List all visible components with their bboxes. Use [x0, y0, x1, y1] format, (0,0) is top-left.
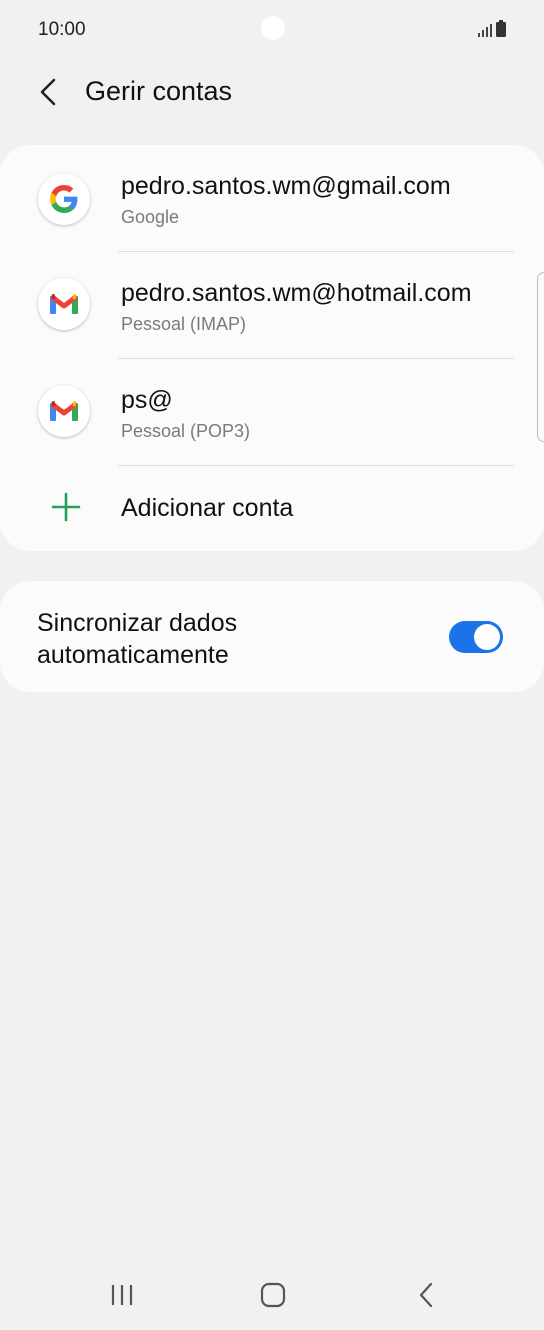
sync-card: Sincronizar dados automaticamente — [0, 581, 544, 692]
home-button[interactable] — [243, 1270, 303, 1320]
camera-cutout — [261, 16, 285, 40]
account-row-pop3[interactable]: ps@ Pessoal (POP3) — [0, 359, 544, 466]
plus-icon — [51, 492, 81, 522]
nav-back-button[interactable] — [396, 1270, 456, 1320]
account-type: Pessoal (IMAP) — [121, 314, 247, 334]
navigation-bar — [0, 1260, 544, 1330]
add-account-label: Adicionar conta — [121, 494, 294, 522]
toggle-knob — [474, 624, 500, 650]
signal-icon — [478, 24, 492, 37]
account-type: Google — [121, 207, 180, 227]
page-title: Gerir contas — [85, 76, 233, 106]
accounts-card: pedro.santos.wm@gmail.com Google pedro.s… — [0, 145, 544, 551]
status-bar: 10:00 — [0, 0, 544, 60]
account-row-google[interactable]: pedro.santos.wm@gmail.com Google — [0, 145, 544, 252]
account-email: pedro.santos.wm@gmail.com — [121, 172, 451, 200]
google-icon — [38, 173, 90, 225]
app-header: Gerir contas — [0, 60, 544, 124]
back-button[interactable] — [26, 70, 70, 114]
status-icons — [477, 20, 506, 37]
back-icon — [419, 1282, 433, 1308]
scroll-handle[interactable] — [537, 272, 544, 442]
sync-toggle[interactable] — [449, 621, 503, 653]
account-email: pedro.santos.wm@hotmail.com — [121, 279, 472, 307]
battery-icon — [496, 20, 506, 37]
gmail-icon — [38, 278, 90, 330]
add-account-button[interactable]: Adicionar conta — [0, 467, 544, 551]
divider — [118, 465, 514, 466]
account-email: ps@ — [121, 386, 173, 414]
home-icon — [260, 1282, 286, 1308]
gmail-icon — [38, 385, 90, 437]
chevron-left-icon — [40, 78, 56, 106]
sync-label: Sincronizar dados automaticamente — [37, 609, 238, 669]
status-clock: 10:00 — [38, 19, 86, 40]
account-type: Pessoal (POP3) — [121, 421, 251, 441]
recent-apps-button[interactable] — [92, 1270, 152, 1320]
phone-screen: 10:00 Gerir contas pedro.santos.wm@gmail… — [0, 0, 544, 1330]
recent-apps-icon — [111, 1285, 133, 1305]
account-row-hotmail[interactable]: pedro.santos.wm@hotmail.com Pessoal (IMA… — [0, 252, 544, 359]
